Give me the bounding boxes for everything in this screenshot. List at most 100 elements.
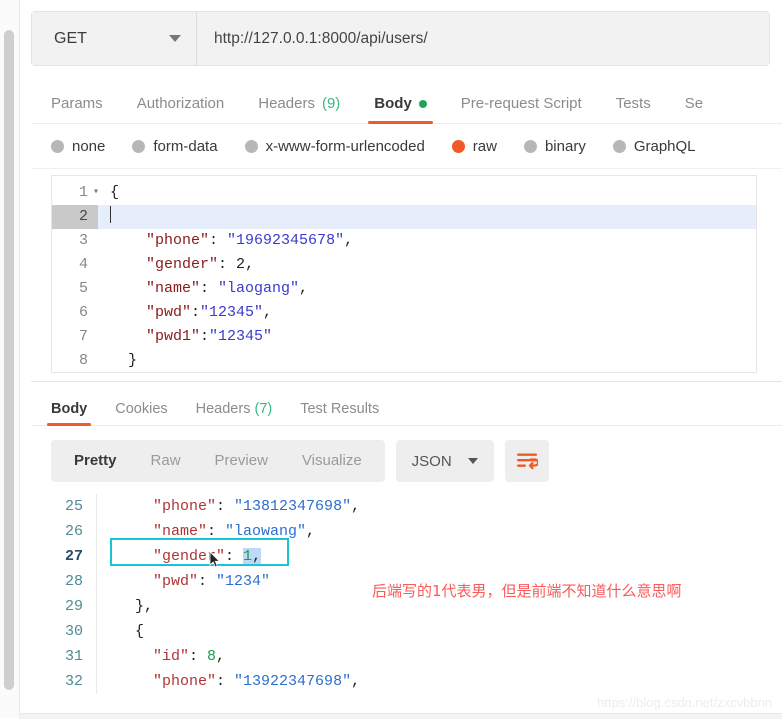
token-key: "gender" [110,256,219,273]
body-type-graphql[interactable]: GraphQL [612,138,696,155]
token-key: "phone" [117,498,217,515]
token-punct: , [263,304,273,321]
radio-icon [244,139,258,153]
request-body-editor[interactable]: 1 ▾ 2 3 4 5 6 7 8 { "phone": "19692345678", "gen… [51,175,757,373]
token-punct: : [216,498,235,515]
radio-icon [51,139,64,153]
gutter-line-3: 3 [78,232,88,249]
response-tab-cookies[interactable]: Cookies [115,401,167,425]
tab-body[interactable]: Body [368,95,433,124]
token-str: "13812347698" [234,498,352,515]
response-code-line-32: "phone": "13922347698", [97,669,782,694]
token-punct: , [299,280,309,297]
radio-icon [523,139,537,153]
body-type-form-data[interactable]: form-data [132,137,218,155]
token-key: "gender" [117,548,226,565]
body-type-form-data-label: form-data [153,137,218,155]
http-method-label: GET [54,29,87,47]
view-mode-preview[interactable]: Preview [198,440,285,482]
radio-icon [132,139,146,153]
response-tab-body[interactable]: Body [46,401,92,426]
token-punct: : [225,548,244,565]
tab-settings-label: Se [684,95,704,112]
token-num: 8 [207,648,217,665]
token-punct: : [198,573,217,590]
tab-body-label: Body [374,95,412,112]
token-key: "id" [117,648,190,665]
token-punct: : [218,256,237,273]
tab-authorization[interactable]: Authorization [137,95,225,123]
token-punct: { [110,184,120,201]
request-code-line-4: "gender": 2, [98,253,756,277]
response-tab-headers[interactable]: Headers (7) [196,401,273,425]
token-punct: : [200,328,210,345]
request-code-line-7: "pwd1":"12345" [98,325,756,349]
view-mode-pretty[interactable]: Pretty [57,440,134,482]
token-punct: , [351,673,361,690]
tab-params[interactable]: Params [51,95,103,123]
token-key: "pwd" [117,573,199,590]
token-str: "laogang" [218,280,300,297]
response-code-line-31: "id": 8, [97,644,782,669]
token-key: "name" [117,523,208,540]
response-tab-test-results[interactable]: Test Results [300,401,379,425]
tab-tests[interactable]: Tests [616,95,651,123]
window-bottom-edge [20,713,782,719]
body-type-raw-label: raw [472,137,497,155]
tab-settings[interactable]: Se [685,95,703,123]
text-caret [110,206,111,223]
view-mode-raw[interactable]: Raw [134,440,198,482]
token-num: 2 [236,256,246,273]
token-punct: , [216,648,226,665]
token-key: "phone" [117,673,217,690]
watermark: https://blog.csdn.net/zxcvbbnn [597,695,772,710]
token-key: "phone" [110,232,210,249]
token-str: "13922347698" [234,673,352,690]
wrap-text-button[interactable] [504,440,549,482]
token-key: "pwd" [110,304,192,321]
token-str: "1234" [216,573,271,590]
tab-headers[interactable]: Headers (9) [258,95,340,123]
tab-pre-request-script[interactable]: Pre-request Script [461,95,582,123]
token-str: "19692345678" [227,232,345,249]
tab-params-label: Params [51,95,103,112]
request-editor-gutter: 1 ▾ 2 3 4 5 6 7 8 [52,176,99,372]
response-tab-headers-label: Headers [195,401,251,417]
request-code-line-5: "name": "laogang", [98,277,756,301]
response-gutter-line-29: 29 [64,598,83,615]
token-key: "pwd1" [110,328,201,345]
radio-selected-icon [451,139,465,153]
gutter-line-1: 1 ▾ [52,181,99,205]
view-mode-visualize[interactable]: Visualize [285,440,379,482]
response-tabs: Body Cookies Headers (7) Test Results [31,393,782,426]
response-format-select[interactable]: JSON [395,440,494,482]
page-scrollbar[interactable] [0,0,20,719]
response-code-line-30: { [97,619,782,644]
body-type-raw[interactable]: raw [451,137,497,155]
gutter-line-6: 6 [78,304,88,321]
http-method-select[interactable]: GET [32,12,197,65]
body-type-binary[interactable]: binary [523,137,586,155]
token-punct: }, [117,598,154,615]
token-num: 1 [243,548,253,565]
token-punct: } [110,352,138,369]
body-type-none[interactable]: none [51,138,105,155]
body-type-urlencoded[interactable]: x-www-form-urlencoded [244,138,425,155]
body-type-none-label: none [72,137,106,155]
body-type-binary-label: binary [544,137,586,155]
request-tabs: Params Authorization Headers (9) Body Pr… [31,82,782,124]
response-format-label: JSON [411,452,452,470]
page-scrollbar-thumb[interactable] [4,30,14,690]
request-url-input[interactable]: http://127.0.0.1:8000/api/users/ [197,12,769,65]
request-code-line-6: "pwd":"12345", [98,301,756,325]
response-tab-cookies-label: Cookies [115,401,168,417]
response-gutter-line-26: 26 [64,523,83,540]
token-punct: : [200,280,219,297]
response-gutter-line-28: 28 [64,573,83,590]
request-editor-code[interactable]: { "phone": "19692345678", "gender": 2, "… [98,176,756,372]
tab-headers-label: Headers [258,95,315,112]
tab-pre-request-script-label: Pre-request Script [460,95,582,112]
response-gutter-line-32: 32 [64,673,83,690]
token-str: "12345" [200,304,264,321]
token-punct: : [209,232,228,249]
